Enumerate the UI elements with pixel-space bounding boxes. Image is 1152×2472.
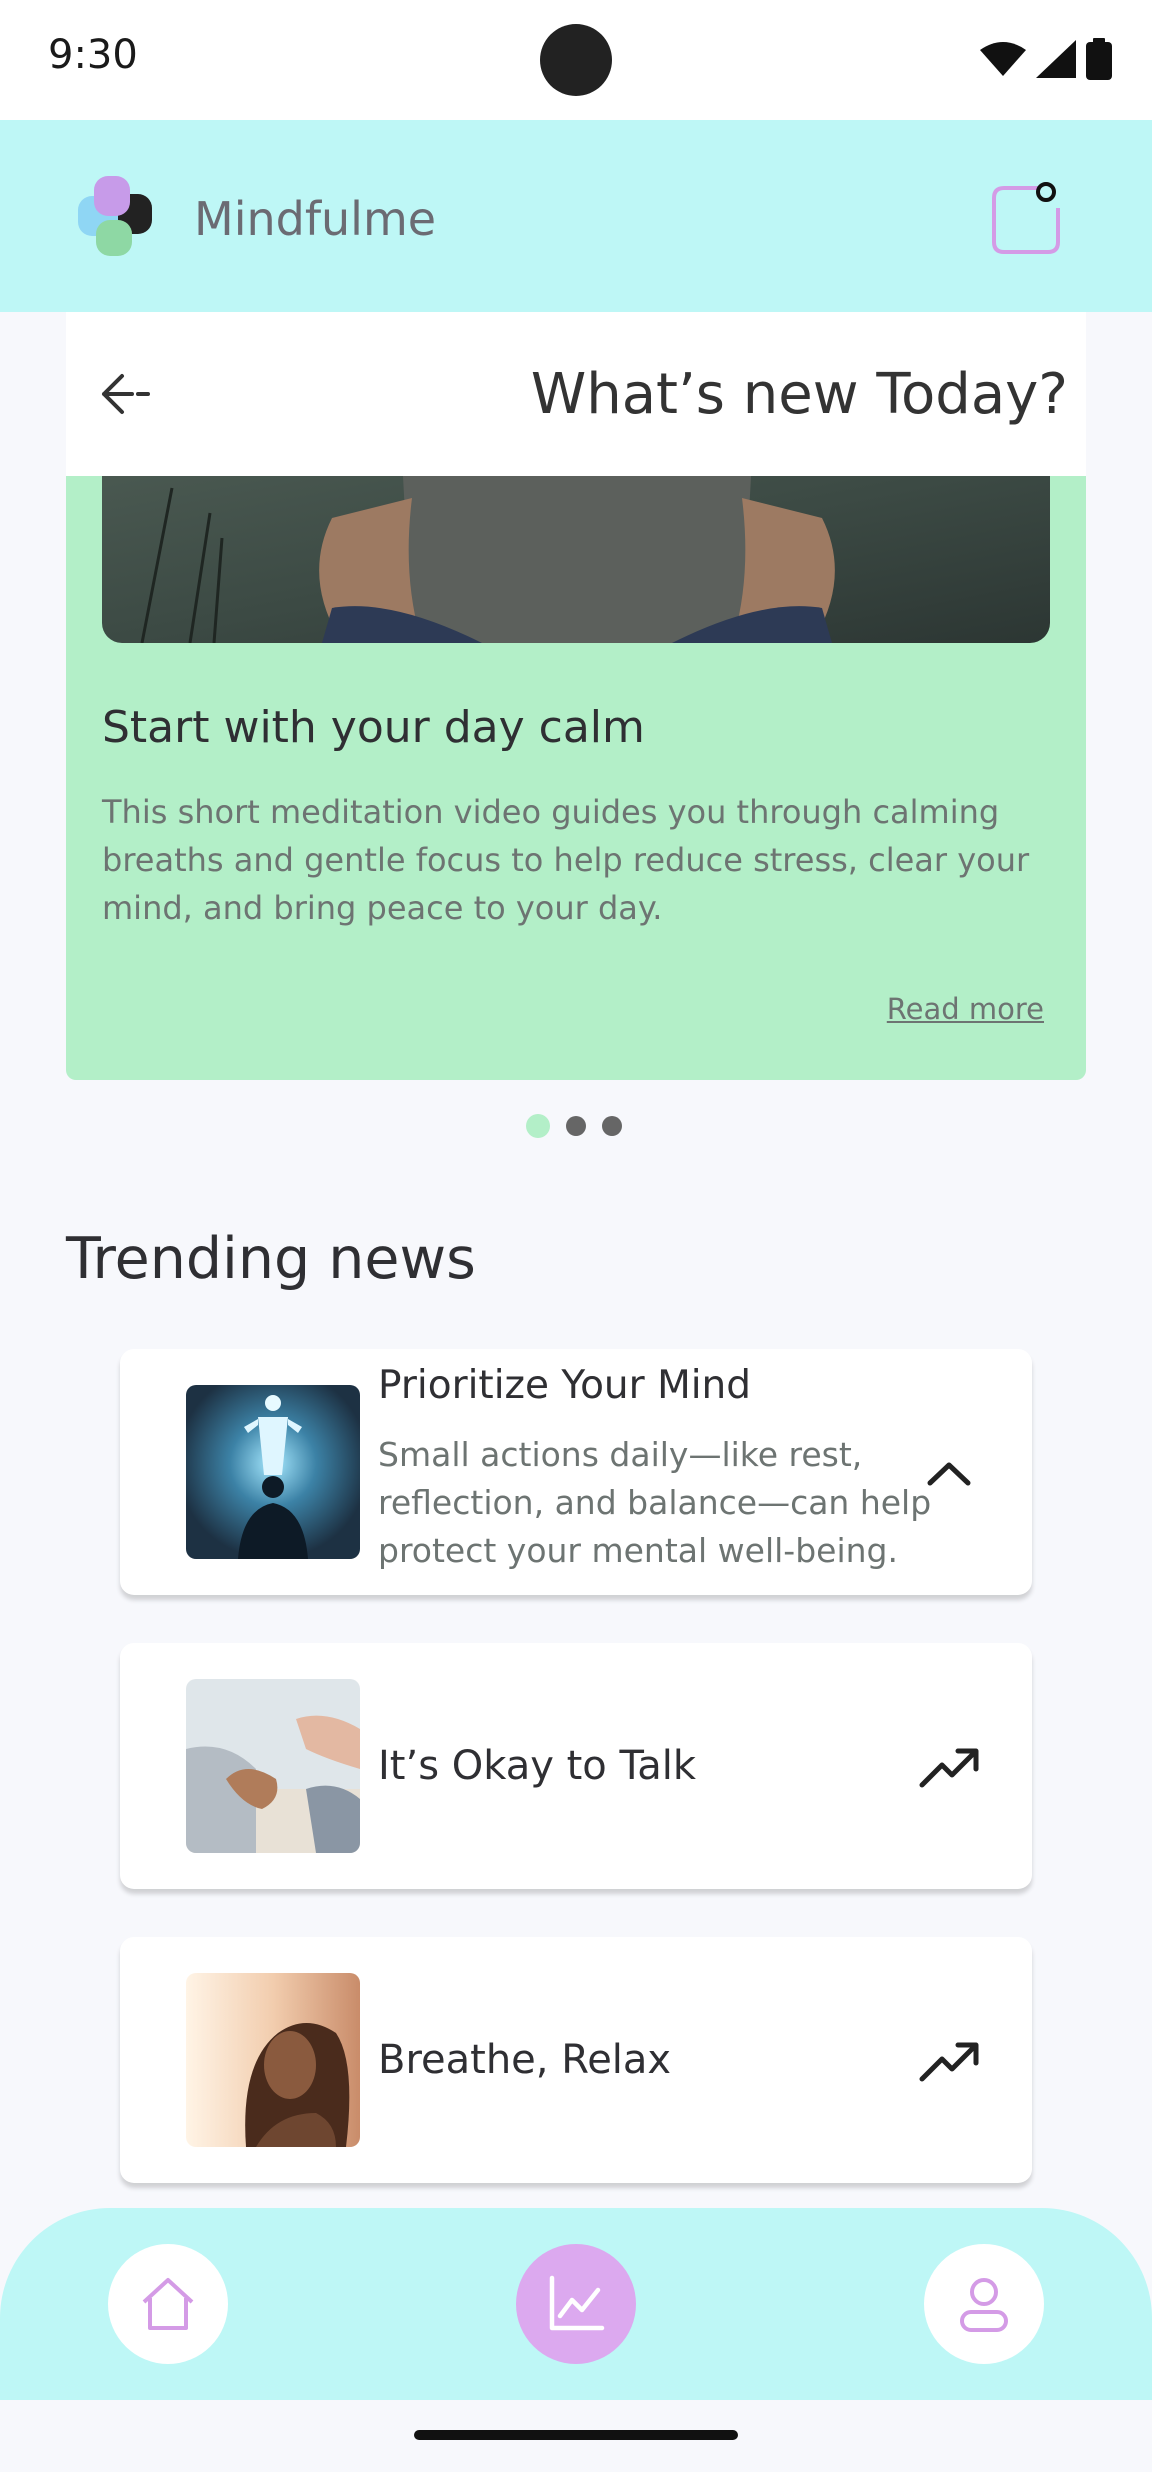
trending-up-icon[interactable] [916, 2029, 982, 2095]
camera-cutout [540, 24, 612, 96]
news-thumbnail [186, 1679, 360, 1853]
news-thumbnail [186, 1385, 360, 1559]
home-icon [142, 2278, 194, 2330]
featured-header-title: What’s new Today? [530, 362, 1068, 427]
carousel-dot[interactable] [566, 1116, 586, 1136]
screen: 9:30 Mindfulme Start with your day calm … [0, 0, 1152, 2472]
back-arrow-icon[interactable] [94, 362, 158, 426]
app-name: Mindfulme [194, 192, 437, 246]
app-logo-icon [78, 176, 152, 256]
bottom-navigation [0, 2208, 1152, 2400]
nav-home-button[interactable] [108, 2244, 228, 2364]
trending-news-title: Trending news [66, 1226, 476, 1292]
news-card-okay-to-talk[interactable]: It’s Okay to Talk [120, 1643, 1032, 1889]
profile-icon [960, 2278, 1008, 2332]
read-more-link[interactable]: Read more [887, 992, 1044, 1026]
chart-icon [549, 2275, 605, 2331]
chevron-up-icon[interactable] [916, 1441, 982, 1507]
news-card-breathe-relax[interactable]: Breathe, Relax [120, 1937, 1032, 2183]
trending-up-icon[interactable] [916, 1735, 982, 1801]
featured-header: What’s new Today? [66, 312, 1086, 476]
news-title: It’s Okay to Talk [378, 1743, 697, 1789]
news-thumbnail [186, 1973, 360, 2147]
home-gesture-bar[interactable] [414, 2430, 738, 2440]
status-icons [980, 38, 1112, 80]
news-title: Prioritize Your Mind [378, 1363, 752, 1408]
featured-title: Start with your day calm [102, 702, 645, 753]
status-time: 9:30 [48, 32, 138, 78]
carousel-indicator [526, 1114, 622, 1138]
news-card-prioritize-mind[interactable]: Prioritize Your Mind Small actions daily… [120, 1349, 1032, 1595]
featured-description: This short meditation video guides you t… [102, 793, 1030, 927]
nav-profile-button[interactable] [924, 2244, 1044, 2364]
wifi-icon [980, 42, 1026, 76]
carousel-dot[interactable] [526, 1114, 550, 1138]
battery-icon [1086, 38, 1112, 80]
nav-stats-button[interactable] [516, 2244, 636, 2364]
news-description: Small actions daily—like rest, reflectio… [378, 1435, 932, 1570]
news-title: Breathe, Relax [378, 2037, 672, 2083]
status-bar: 9:30 [0, 0, 1152, 120]
app-header: Mindfulme [0, 120, 1152, 312]
carousel-dot[interactable] [602, 1116, 622, 1136]
signal-icon [1036, 40, 1076, 78]
featured-meditation-image [102, 458, 1050, 643]
notification-icon[interactable] [990, 182, 1064, 256]
